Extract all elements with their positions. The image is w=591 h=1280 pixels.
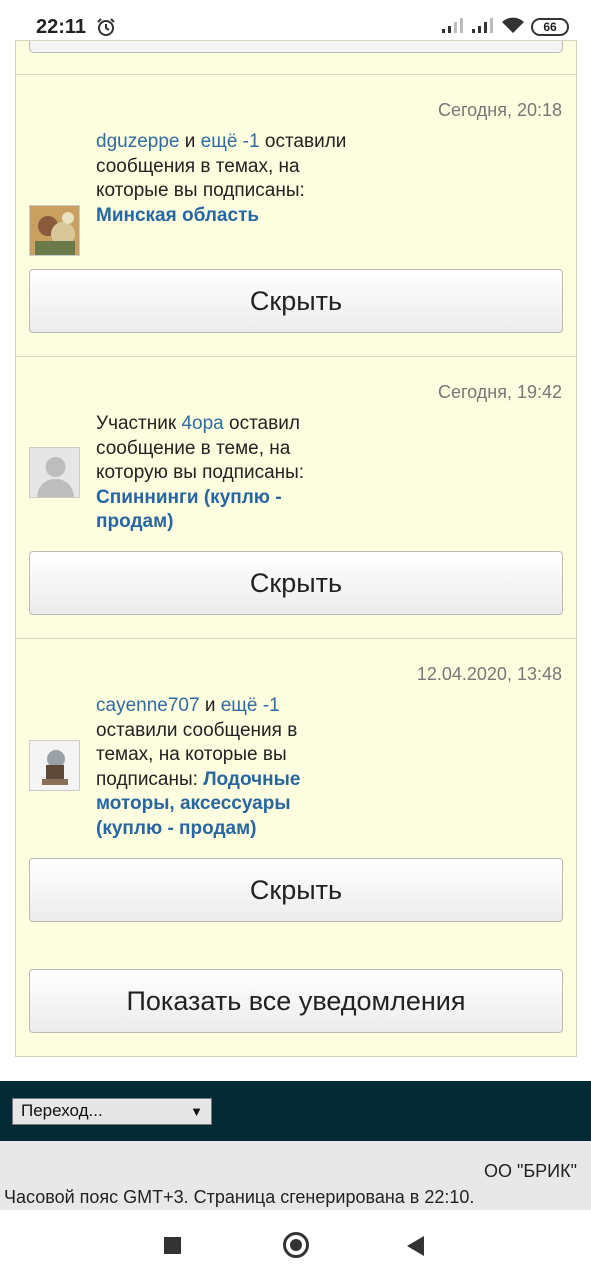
dropdown-arrow-icon: ▼ — [190, 1104, 203, 1119]
notification-text: dguzeppe и ещё -1 оставили сообщения в т… — [96, 131, 347, 226]
notification-text: Участник 4opa оставил сообщение в теме, … — [96, 413, 305, 533]
wifi-icon — [501, 16, 525, 39]
notification-item: Сегодня, 20:18 dguzeppe и ещё -1 оставил… — [16, 75, 576, 356]
hide-button[interactable]: Скрыть — [29, 551, 563, 615]
status-time: 22:11 — [36, 15, 87, 38]
notification-date: 12.04.2020, 13:48 — [416, 664, 562, 684]
home-icon[interactable] — [283, 1232, 309, 1258]
alarm-icon — [96, 17, 116, 37]
jump-select-value: Переход... — [21, 1101, 103, 1120]
page-footer: ОО "БРИК" Часовой пояс GMT+3. Страница с… — [0, 1141, 591, 1210]
back-icon[interactable] — [407, 1236, 424, 1256]
notification-date: Сегодня, 20:18 — [437, 100, 562, 120]
jump-select[interactable]: Переход... ▼ — [12, 1098, 212, 1125]
user-link[interactable]: dguzeppe — [96, 131, 179, 152]
notifications-panel: Сегодня, 20:18 dguzeppe и ещё -1 оставил… — [15, 40, 577, 1057]
notification-item: Сегодня, 19:42 Участник 4opa оставил соо… — [16, 357, 576, 638]
user-avatar[interactable] — [29, 740, 80, 791]
user-avatar[interactable] — [29, 205, 80, 256]
notification-date: Сегодня, 19:42 — [437, 382, 562, 402]
notification-text: cayenne707 и ещё -1 оставили сообщения в… — [96, 695, 301, 839]
signal-icon — [441, 16, 465, 39]
topic-link[interactable]: Минская область — [96, 205, 259, 226]
more-link[interactable]: ещё -1 — [221, 695, 280, 716]
footer-timezone: Часовой пояс GMT+3. Страница сгенерирова… — [4, 1187, 475, 1207]
show-all-notifications-button[interactable]: Показать все уведомления — [29, 969, 563, 1033]
topic-link[interactable]: Спиннинги (куплю - продам) — [96, 487, 282, 533]
user-link[interactable]: cayenne707 — [96, 695, 200, 716]
hide-button[interactable]: Скрыть — [29, 858, 563, 922]
system-navigation-bar — [0, 1210, 591, 1280]
default-avatar-icon[interactable] — [29, 447, 80, 498]
signal-icon — [471, 16, 495, 39]
user-link[interactable]: 4opa — [181, 413, 223, 434]
footer-org: ОО "БРИК" — [483, 1161, 577, 1181]
recents-icon[interactable] — [164, 1237, 181, 1254]
forum-nav-band: Переход... ▼ — [0, 1081, 591, 1141]
more-link[interactable]: ещё -1 — [201, 131, 260, 152]
previous-hide-button[interactable] — [29, 41, 563, 53]
notification-item: 12.04.2020, 13:48 cayenne707 и ещё -1 ос… — [16, 639, 576, 939]
battery-icon: 66 — [531, 18, 569, 36]
hide-button[interactable]: Скрыть — [29, 269, 563, 333]
